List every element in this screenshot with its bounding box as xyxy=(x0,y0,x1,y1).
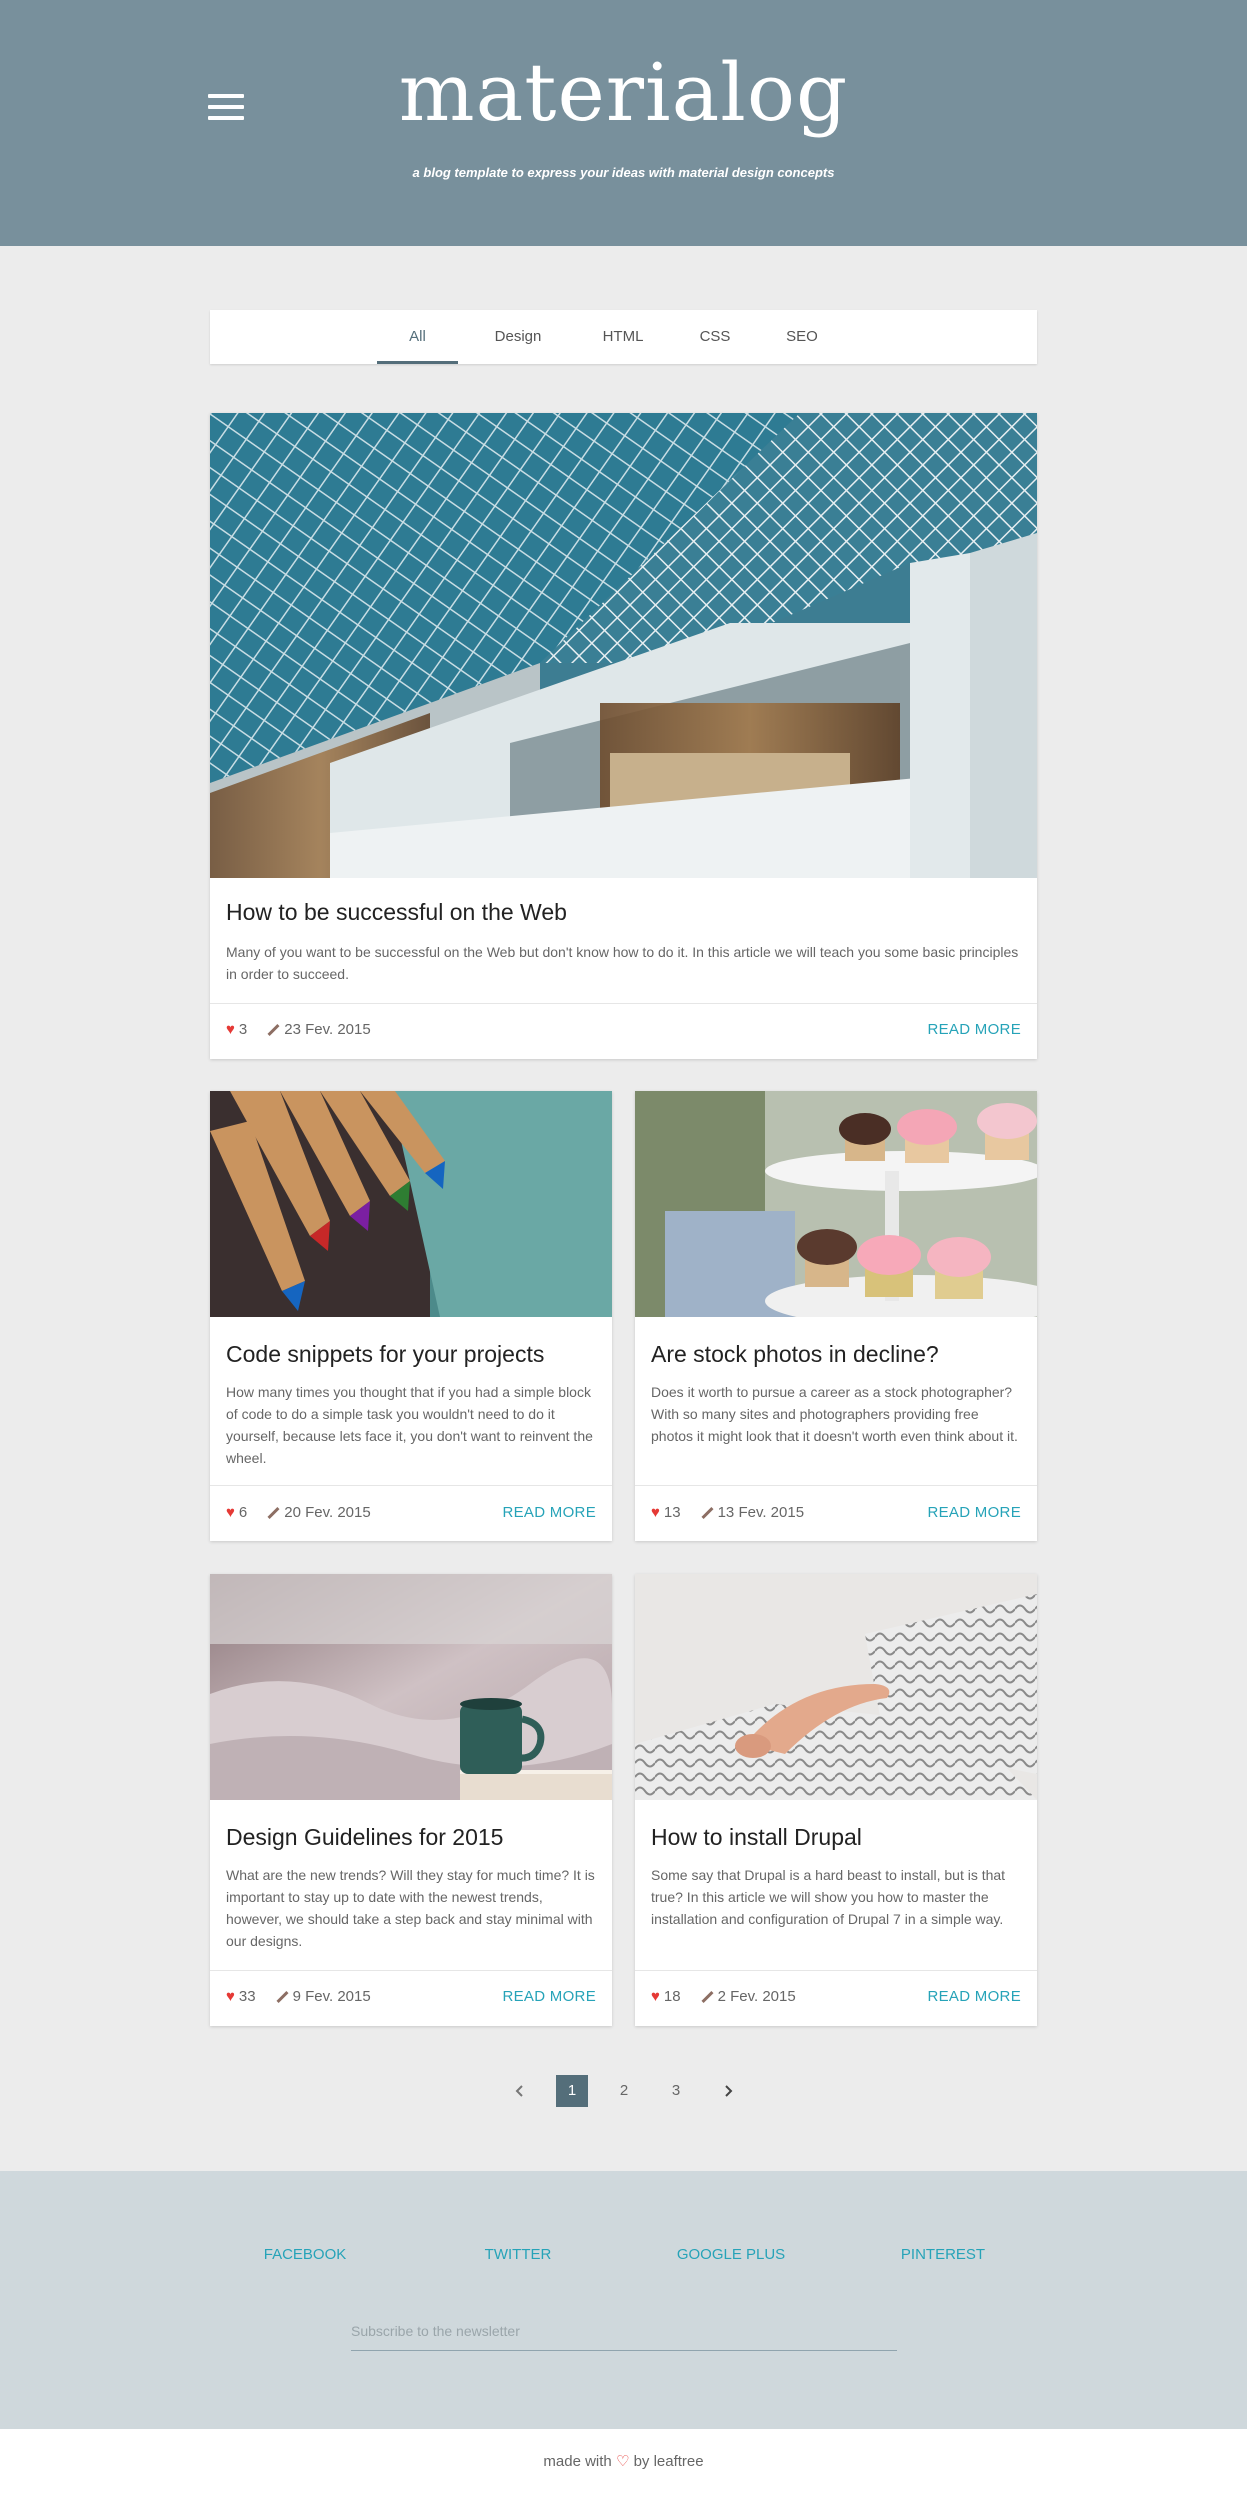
page-2-button[interactable]: 2 xyxy=(608,2075,640,2107)
tab-html[interactable]: HTML xyxy=(582,310,664,364)
like-count: 3 xyxy=(238,1021,248,1038)
post-meta: ♥ 13 13 Fev. 2015 xyxy=(651,1504,804,1521)
post-title[interactable]: How to install Drupal xyxy=(651,1824,862,1851)
credits-bar: made with ♡ by leaftree xyxy=(0,2429,1247,2494)
credits-author[interactable]: by leaftree xyxy=(634,2453,704,2470)
post-card: Code snippets for your projects How many… xyxy=(210,1091,612,1541)
card-divider xyxy=(210,1003,1037,1004)
like-count: 6 xyxy=(238,1504,248,1521)
newsletter-input[interactable] xyxy=(351,2311,897,2351)
page-3-button[interactable]: 3 xyxy=(660,2075,692,2107)
heart-outline-icon: ♡ xyxy=(615,2453,630,2470)
heart-icon[interactable]: ♥ xyxy=(651,1988,660,2005)
category-tabs: All Design HTML CSS SEO xyxy=(210,310,1037,364)
post-title[interactable]: Code snippets for your projects xyxy=(226,1341,544,1368)
like-count: 18 xyxy=(663,1988,681,2005)
post-date: 13 Fev. 2015 xyxy=(717,1504,805,1521)
card-divider xyxy=(210,1970,612,1971)
page-1-button[interactable]: 1 xyxy=(556,2075,588,2107)
post-date: 20 Fev. 2015 xyxy=(284,1504,371,1521)
post-card: How to install Drupal Some say that Drup… xyxy=(635,1574,1037,2026)
tab-css[interactable]: CSS xyxy=(680,310,750,364)
pencil-icon xyxy=(701,1507,713,1519)
card-divider xyxy=(635,1970,1037,1971)
card-divider xyxy=(635,1485,1037,1486)
pencil-icon xyxy=(267,1507,279,1519)
post-excerpt: Some say that Drupal is a hard beast to … xyxy=(651,1867,1006,1927)
post-date: 23 Fev. 2015 xyxy=(284,1021,371,1038)
post-date: 9 Fev. 2015 xyxy=(292,1988,371,2005)
pencil-icon xyxy=(276,1991,288,2003)
read-more-link[interactable]: READ MORE xyxy=(502,1504,596,1521)
post-title[interactable]: Design Guidelines for 2015 xyxy=(226,1824,503,1851)
post-excerpt: Many of you want to be successful on the… xyxy=(226,944,1019,982)
pinterest-link[interactable]: PINTEREST xyxy=(882,2246,1004,2263)
post-card: Are stock photos in decline? Does it wor… xyxy=(635,1091,1037,1541)
tab-all[interactable]: All xyxy=(377,310,458,364)
made-with-text: made with xyxy=(543,2453,612,2470)
site-title[interactable]: materialog xyxy=(0,46,1247,139)
colored-pencils-image[interactable] xyxy=(210,1091,612,1317)
pencil-icon xyxy=(701,1991,713,2003)
post-title[interactable]: How to be successful on the Web xyxy=(226,899,567,926)
post-meta: ♥ 3 23 Fev. 2015 xyxy=(226,1021,371,1038)
library-architecture-image[interactable] xyxy=(210,413,1037,878)
post-excerpt: What are the new trends? Will they stay … xyxy=(226,1867,595,1949)
like-count: 13 xyxy=(663,1504,681,1521)
pencil-icon xyxy=(267,1024,279,1036)
post-card: How to be successful on the Web Many of … xyxy=(210,413,1037,1059)
coffee-mug-image[interactable] xyxy=(210,1574,612,1800)
chevron-left-icon[interactable] xyxy=(508,2075,532,2107)
tab-seo[interactable]: SEO xyxy=(766,310,838,364)
heart-icon[interactable]: ♥ xyxy=(226,1021,235,1038)
facebook-link[interactable]: FACEBOOK xyxy=(244,2246,366,2263)
post-card: Design Guidelines for 2015 What are the … xyxy=(210,1574,612,2026)
chevron-right-icon[interactable] xyxy=(716,2075,740,2107)
google-plus-link[interactable]: GOOGLE PLUS xyxy=(670,2246,792,2263)
site-footer: FACEBOOK TWITTER GOOGLE PLUS PINTEREST xyxy=(0,2171,1247,2429)
like-count: 33 xyxy=(238,1988,256,2005)
site-tagline: a blog template to express your ideas wi… xyxy=(412,165,835,180)
post-title[interactable]: Are stock photos in decline? xyxy=(651,1341,939,1368)
twitter-link[interactable]: TWITTER xyxy=(457,2246,579,2263)
read-more-link[interactable]: READ MORE xyxy=(927,1504,1021,1521)
post-excerpt: How many times you thought that if you h… xyxy=(226,1384,593,1466)
post-date: 2 Fev. 2015 xyxy=(717,1988,796,2005)
card-divider xyxy=(210,1485,612,1486)
cupcakes-image[interactable] xyxy=(635,1091,1037,1317)
site-header: materialog a blog template to express yo… xyxy=(0,0,1247,246)
read-more-link[interactable]: READ MORE xyxy=(927,1021,1021,1038)
heart-icon[interactable]: ♥ xyxy=(226,1988,235,2005)
tab-design[interactable]: Design xyxy=(470,310,566,364)
post-meta: ♥ 6 20 Fev. 2015 xyxy=(226,1504,371,1521)
read-more-link[interactable]: READ MORE xyxy=(927,1988,1021,2005)
pillows-image[interactable] xyxy=(635,1574,1037,1800)
post-meta: ♥ 18 2 Fev. 2015 xyxy=(651,1988,796,2005)
post-meta: ♥ 33 9 Fev. 2015 xyxy=(226,1988,371,2005)
post-excerpt: Does it worth to pursue a career as a st… xyxy=(651,1384,1018,1444)
heart-icon[interactable]: ♥ xyxy=(226,1504,235,1521)
heart-icon[interactable]: ♥ xyxy=(651,1504,660,1521)
read-more-link[interactable]: READ MORE xyxy=(502,1988,596,2005)
